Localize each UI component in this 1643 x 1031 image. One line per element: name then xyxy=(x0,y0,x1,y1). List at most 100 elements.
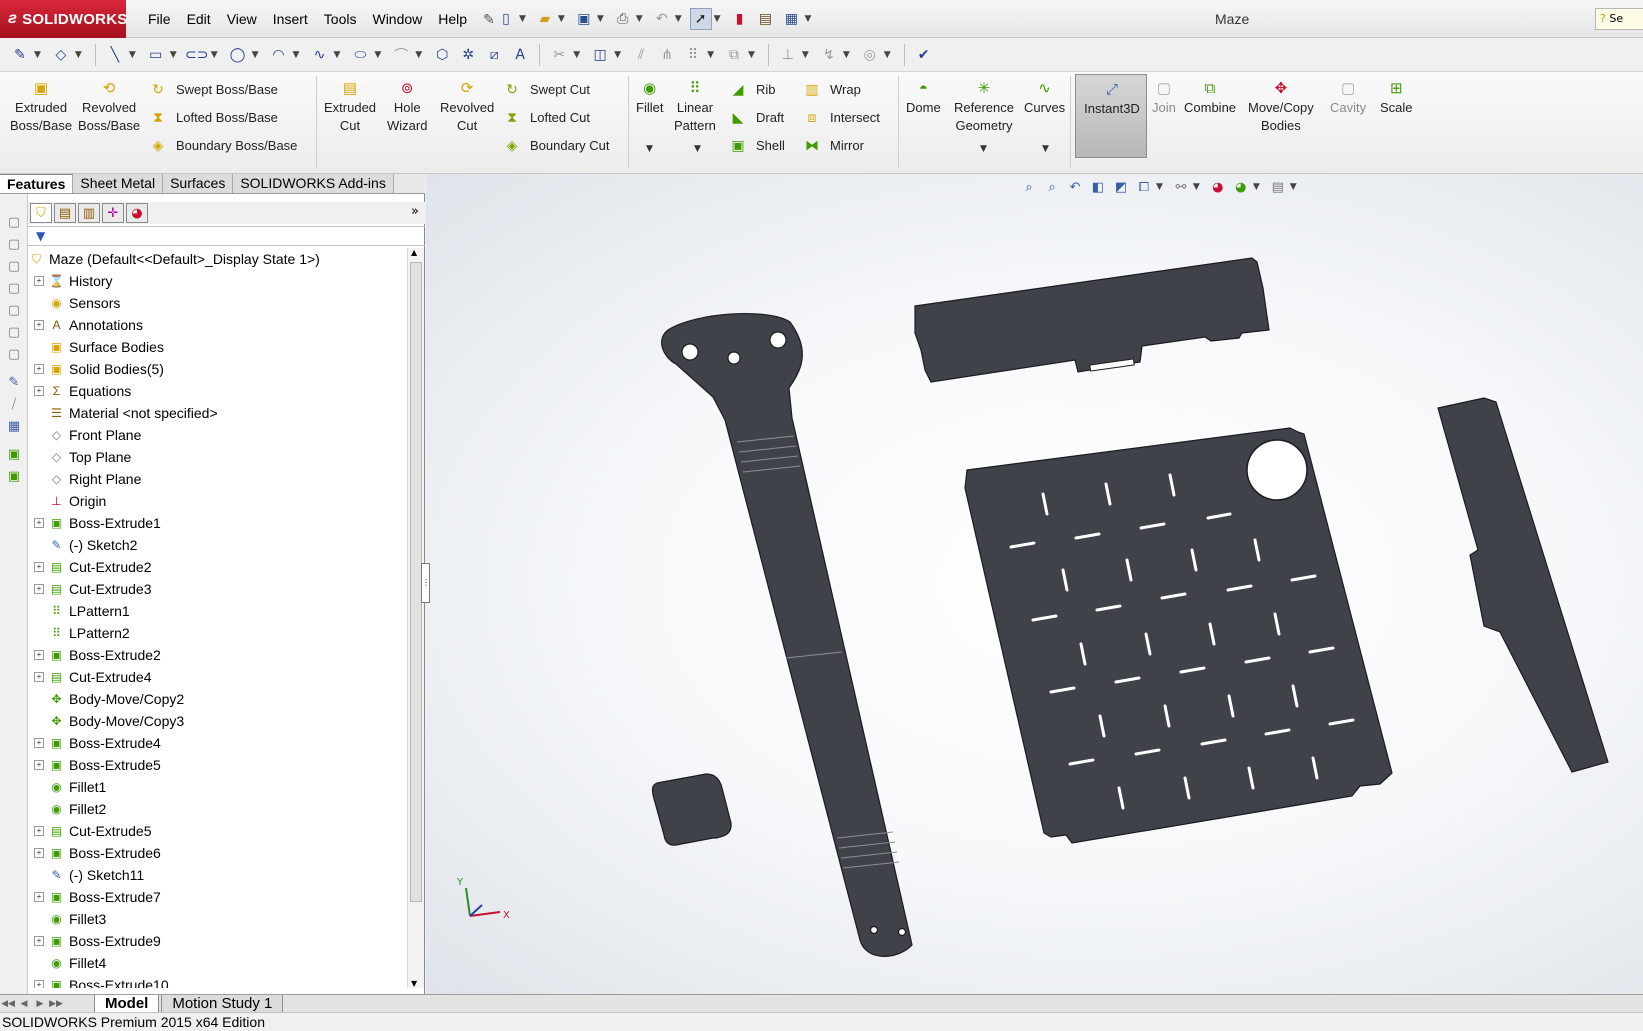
tab-solidworks-addins[interactable]: SOLIDWORKS Add-ins xyxy=(233,174,394,193)
arc-icon[interactable]: ◠ xyxy=(269,45,289,65)
fillet-button[interactable]: ◉ Fillet xyxy=(636,80,663,117)
orientation-dropdown-icon[interactable]: ▼ xyxy=(1156,182,1163,192)
tree-scrollbar[interactable]: ▲ ▼ xyxy=(407,248,424,988)
combine-button[interactable]: ⧉ Combine xyxy=(1184,80,1236,117)
display-style-icon[interactable]: ⚯ xyxy=(1172,178,1190,196)
tree-filter-bar[interactable]: ▼ xyxy=(28,226,425,246)
mirror-button[interactable]: ⧓ Mirror xyxy=(802,134,864,156)
fillet-sketch-icon[interactable]: ⌒ xyxy=(391,45,411,65)
revolved-boss-button[interactable]: ⟲ Revolved Boss/Base xyxy=(78,80,140,135)
expand-toggle-icon[interactable]: + xyxy=(34,562,44,572)
tree-node[interactable]: ⠿ LPattern1 xyxy=(28,600,405,622)
view-cube-icon[interactable]: ▢ xyxy=(6,324,22,340)
smart-dimension-icon[interactable]: ⧸ xyxy=(6,396,22,412)
dome-button[interactable]: ◓ Dome xyxy=(906,80,941,117)
new-dropdown-icon[interactable]: ▼ xyxy=(519,14,526,24)
expand-toggle-icon[interactable]: + xyxy=(34,276,44,286)
ellipse-dropdown-icon[interactable]: ▼ xyxy=(374,50,381,60)
appearance-dropdown-icon[interactable]: ▼ xyxy=(1253,182,1260,192)
slot-icon[interactable]: ⊂⊃ xyxy=(185,45,208,65)
view-cube-icon[interactable]: ▢ xyxy=(6,236,22,252)
expand-toggle-icon[interactable]: + xyxy=(34,672,44,682)
zoom-to-area-icon[interactable]: ⌕ xyxy=(1043,178,1061,196)
sketch-icon[interactable]: ✎ xyxy=(10,45,30,65)
print-icon[interactable]: ⎙ xyxy=(612,8,634,30)
first-tab-icon[interactable]: ◀◀ xyxy=(0,996,16,1012)
revolved-cut-button[interactable]: ⟳ Revolved Cut xyxy=(440,80,494,135)
intersect-button[interactable]: ⧈ Intersect xyxy=(802,106,880,128)
scene-dropdown-icon[interactable]: ▼ xyxy=(1290,182,1297,192)
menu-tools[interactable]: Tools xyxy=(316,11,365,27)
spline-dropdown-icon[interactable]: ▼ xyxy=(333,50,340,60)
tree-node[interactable]: + ⌛ History xyxy=(28,270,405,292)
rib-button[interactable]: ◢ Rib xyxy=(728,78,776,100)
scale-button[interactable]: ⊞ Scale xyxy=(1380,80,1413,117)
view-cube-icon[interactable]: ▢ xyxy=(6,280,22,296)
feature-icon[interactable]: ▣ xyxy=(6,468,22,484)
graphics-area[interactable]: Y X xyxy=(426,174,1643,994)
display-style-dropdown-icon[interactable]: ▼ xyxy=(1193,182,1200,192)
sketch-icon[interactable]: ✎ xyxy=(6,374,22,390)
tab-motion-study-1[interactable]: Motion Study 1 xyxy=(161,994,284,1013)
expand-toggle-icon[interactable]: + xyxy=(34,738,44,748)
view-cube-icon[interactable]: ▢ xyxy=(6,346,22,362)
tree-node[interactable]: + ▤ Cut-Extrude3 xyxy=(28,578,405,600)
tree-node[interactable]: + ▣ Boss-Extrude2 xyxy=(28,644,405,666)
extruded-cut-button[interactable]: ▤ Extruded Cut xyxy=(324,80,376,135)
expand-toggle-icon[interactable]: + xyxy=(34,980,44,988)
undo-icon[interactable]: ↶ xyxy=(651,8,673,30)
relations-icon[interactable]: ▦ xyxy=(6,418,22,434)
wrap-button[interactable]: ▥ Wrap xyxy=(802,78,860,100)
menu-edit[interactable]: Edit xyxy=(179,11,219,27)
smart-dimension-icon[interactable]: ◇ xyxy=(51,45,71,65)
tree-node[interactable]: ✥ Body-Move/Copy2 xyxy=(28,688,405,710)
fillet-dropdown-icon[interactable]: ▼ xyxy=(646,144,653,154)
curves-button[interactable]: ∿ Curves xyxy=(1024,80,1065,117)
swept-cut-button[interactable]: ↻ Swept Cut xyxy=(502,78,590,100)
boundary-cut-button[interactable]: ◈ Boundary Cut xyxy=(502,134,610,156)
point-icon[interactable]: ✲ xyxy=(458,45,478,65)
convert-dropdown-icon[interactable]: ▼ xyxy=(614,50,621,60)
view-cube-icon[interactable]: ▢ xyxy=(6,302,22,318)
expand-toggle-icon[interactable]: + xyxy=(34,848,44,858)
fillet-sketch-dropdown-icon[interactable]: ▼ xyxy=(415,50,422,60)
zoom-to-fit-icon[interactable]: ⌕ xyxy=(1020,178,1038,196)
rebuild-icon[interactable]: ▮ xyxy=(729,8,751,30)
reference-geometry-button[interactable]: ✳ Reference Geometry xyxy=(954,80,1014,135)
feature-tree-tab-icon[interactable]: ⛉ xyxy=(30,203,52,223)
view-cube-icon[interactable]: ▢ xyxy=(6,214,22,230)
rectangle-dropdown-icon[interactable]: ▼ xyxy=(170,50,177,60)
reference-dropdown-icon[interactable]: ▼ xyxy=(980,144,987,154)
tree-node[interactable]: ◇ Top Plane xyxy=(28,446,405,468)
boundary-boss-button[interactable]: ◈ Boundary Boss/Base xyxy=(148,134,298,156)
sketch-dropdown-icon[interactable]: ▼ xyxy=(34,50,41,60)
tree-node[interactable]: + Σ Equations xyxy=(28,380,405,402)
lofted-cut-button[interactable]: ⧗ Lofted Cut xyxy=(502,106,590,128)
instant2d-icon[interactable]: ✔ xyxy=(914,45,934,65)
cavity-button[interactable]: ▢ Cavity xyxy=(1330,80,1366,117)
dimension-dropdown-icon[interactable]: ▼ xyxy=(75,50,82,60)
tree-node[interactable]: ⠿ LPattern2 xyxy=(28,622,405,644)
tab-sheet-metal[interactable]: Sheet Metal xyxy=(73,174,164,193)
previous-view-icon[interactable]: ↶ xyxy=(1066,178,1084,196)
offset-icon[interactable]: ⫽ xyxy=(631,45,651,65)
ellipse-icon[interactable]: ⬭ xyxy=(350,45,370,65)
move-copy-bodies-button[interactable]: ✥ Move/Copy Bodies xyxy=(1248,80,1314,135)
tree-node[interactable]: + ▣ Boss-Extrude6 xyxy=(28,842,405,864)
expand-toggle-icon[interactable]: + xyxy=(34,650,44,660)
tree-node[interactable]: ◉ Fillet2 xyxy=(28,798,405,820)
dimxpert-tab-icon[interactable]: ✛ xyxy=(102,203,124,223)
curves-dropdown-icon[interactable]: ▼ xyxy=(1042,144,1049,154)
line-dropdown-icon[interactable]: ▼ xyxy=(129,50,136,60)
scroll-down-icon[interactable]: ▼ xyxy=(411,979,417,988)
tree-node[interactable]: + ▣ Boss-Extrude4 xyxy=(28,732,405,754)
tree-node[interactable]: + ▣ Boss-Extrude7 xyxy=(28,886,405,908)
next-tab-icon[interactable]: ▶ xyxy=(32,996,48,1012)
instant3d-button[interactable]: ⤢ Instant3D xyxy=(1075,74,1147,158)
select-arrow-icon[interactable]: ➚ xyxy=(689,8,712,30)
tree-node[interactable]: + ▤ Cut-Extrude2 xyxy=(28,556,405,578)
tree-node[interactable]: ◉ Fillet1 xyxy=(28,776,405,798)
print-dropdown-icon[interactable]: ▼ xyxy=(636,14,643,24)
tree-node[interactable]: + ▣ Solid Bodies(5) xyxy=(28,358,405,380)
join-button[interactable]: ▢ Join xyxy=(1152,80,1176,117)
